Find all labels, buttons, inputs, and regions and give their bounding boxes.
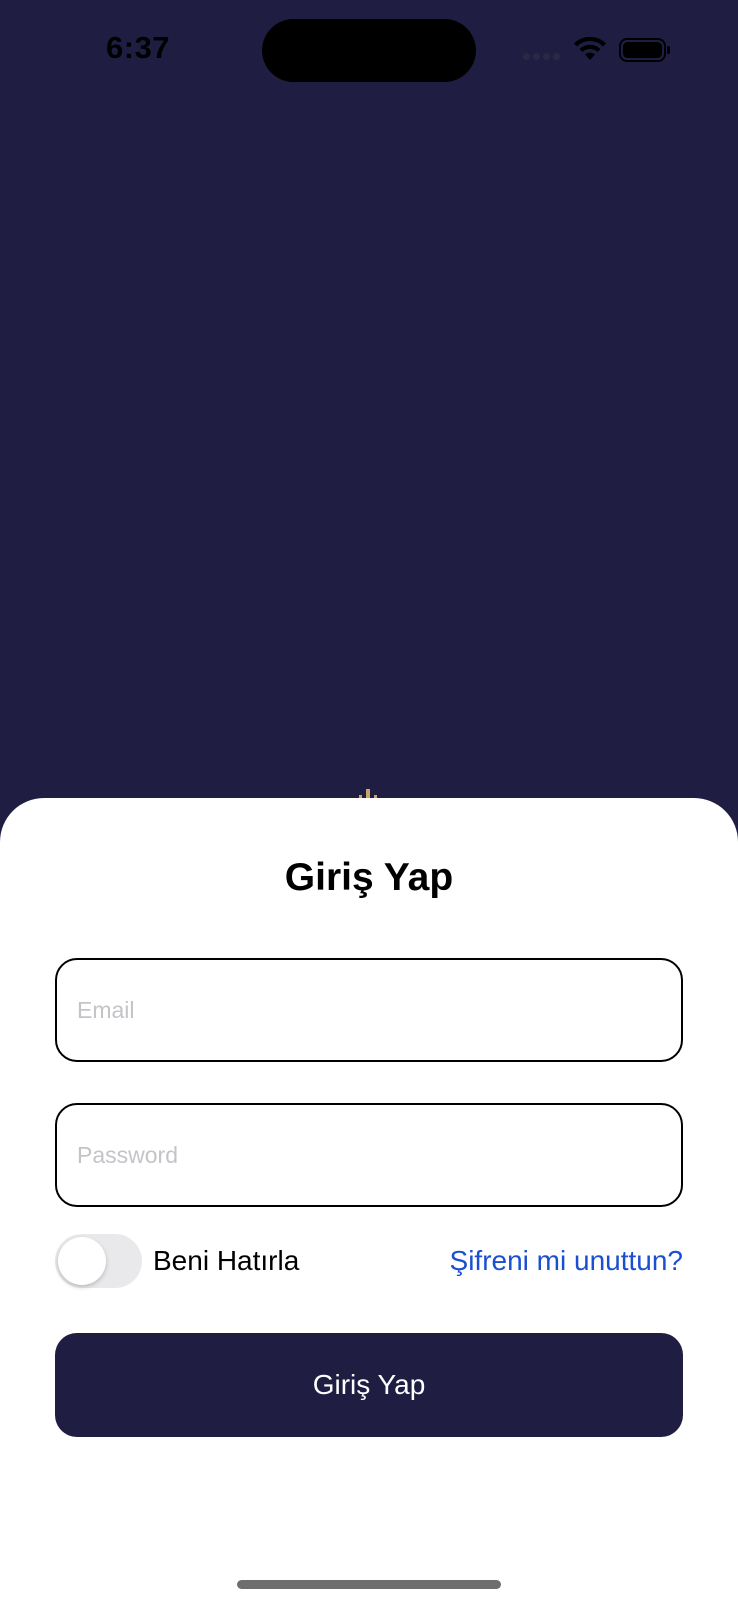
email-input[interactable] <box>77 996 681 1024</box>
battery-icon <box>619 38 670 62</box>
signal-icon <box>523 53 561 61</box>
email-field[interactable] <box>55 958 683 1062</box>
wifi-icon <box>574 36 606 60</box>
login-sheet: Giriş Yap Beni Hatırla Şifreni mi unuttu… <box>0 798 738 1600</box>
home-indicator <box>237 1580 501 1589</box>
toggle-knob <box>58 1237 106 1285</box>
dynamic-island <box>262 19 476 82</box>
password-input[interactable] <box>77 1141 681 1169</box>
page-title: Giriş Yap <box>284 856 454 899</box>
status-time: 6:37 <box>106 30 171 65</box>
remember-me-label: Beni Hatırla <box>153 1245 300 1276</box>
login-button[interactable]: Giriş Yap <box>55 1333 683 1437</box>
login-screen: 6:37 Giriş Yap Beni Hatırla Şifreni mi u… <box>0 0 738 1600</box>
password-field[interactable] <box>55 1103 683 1207</box>
remember-me-toggle[interactable] <box>55 1234 142 1288</box>
forgot-password-link[interactable]: Şifreni mi unuttun? <box>450 1245 683 1277</box>
